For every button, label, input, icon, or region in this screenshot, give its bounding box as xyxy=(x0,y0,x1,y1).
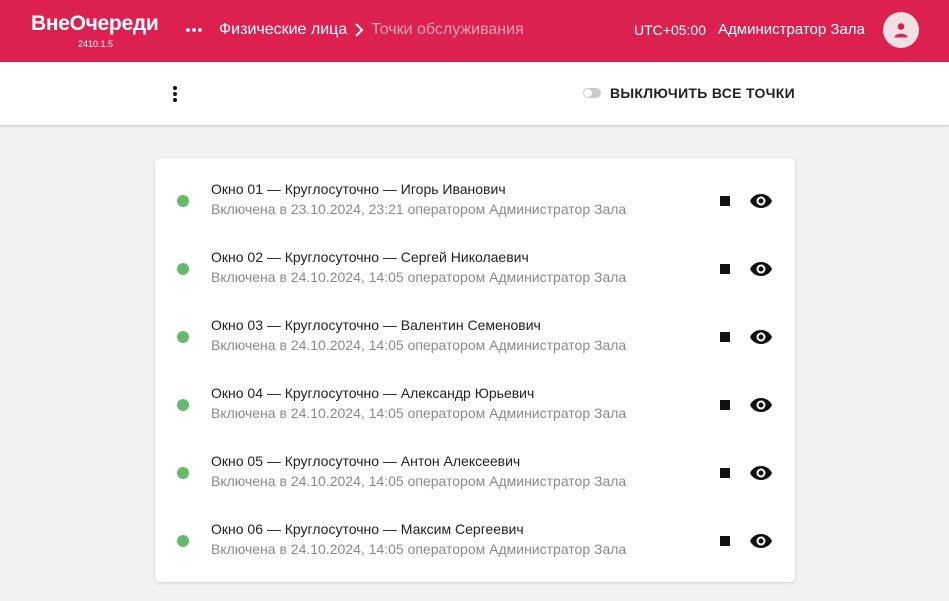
service-points-list: Окно 01 — Круглосуточно — Игорь Иванович… xyxy=(155,158,795,582)
status-indicator xyxy=(177,331,189,343)
breadcrumb-individuals[interactable]: Физические лица xyxy=(219,20,347,40)
point-title: Окно 03 — Круглосуточно — Валентин Семен… xyxy=(211,317,541,333)
stop-icon xyxy=(720,400,730,410)
point-title: Окно 01 — Круглосуточно — Игорь Иванович xyxy=(211,181,506,197)
breadcrumb-service-points: Точки обслуживания xyxy=(371,21,524,38)
more-horiz-icon[interactable] xyxy=(184,20,204,40)
status-indicator xyxy=(177,535,189,547)
point-status: Включена в 24.10.2024, 14:05 оператором … xyxy=(211,405,627,421)
list-item: Окно 01 — Круглосуточно — Игорь Иванович… xyxy=(155,158,795,226)
disable-all-points-toggle[interactable]: ВЫКЛЮЧИТЬ ВСЕ ТОЧКИ xyxy=(583,84,795,102)
point-status: Включена в 23.10.2024, 23:21 оператором … xyxy=(211,201,627,217)
eye-icon[interactable] xyxy=(749,257,773,281)
stop-icon xyxy=(720,468,730,478)
point-status: Включена в 24.10.2024, 14:05 оператором … xyxy=(211,541,627,557)
stop-icon xyxy=(720,332,730,342)
chevron-right-icon xyxy=(355,23,364,37)
eye-icon[interactable] xyxy=(749,529,773,553)
status-indicator xyxy=(177,399,189,411)
stop-button[interactable] xyxy=(715,463,735,483)
logo[interactable]: ВнеОчереди 2410.1.5 xyxy=(31,11,159,49)
point-status: Включена в 24.10.2024, 14:05 оператором … xyxy=(211,337,627,353)
app-version: 2410.1.5 xyxy=(78,39,114,49)
stop-button[interactable] xyxy=(715,259,735,279)
point-status: Включена в 24.10.2024, 14:05 оператором … xyxy=(211,269,627,285)
point-title: Окно 04 — Круглосуточно — Александр Юрье… xyxy=(211,385,535,401)
eye-icon[interactable] xyxy=(749,325,773,349)
app-bar: ВнеОчереди 2410.1.5 Физические лица Точк… xyxy=(0,0,949,62)
point-status: Включена в 24.10.2024, 14:05 оператором … xyxy=(211,473,627,489)
avatar[interactable] xyxy=(883,12,919,48)
stop-icon xyxy=(720,196,730,206)
status-indicator xyxy=(177,263,189,275)
more-vert-icon[interactable] xyxy=(165,82,185,106)
stop-button[interactable] xyxy=(715,395,735,415)
timezone-label: UTC+05:00 xyxy=(634,22,706,38)
toggle-switch[interactable] xyxy=(583,88,601,98)
breadcrumb: Физические лица Точки обслуживания xyxy=(219,20,524,40)
disable-all-points-label: ВЫКЛЮЧИТЬ ВСЕ ТОЧКИ xyxy=(610,85,795,101)
toolbar: ВЫКЛЮЧИТЬ ВСЕ ТОЧКИ xyxy=(0,62,949,126)
user-name[interactable]: Администратор Зала xyxy=(718,20,865,40)
list-item: Окно 06 — Круглосуточно — Максим Сергеев… xyxy=(155,498,795,566)
eye-icon[interactable] xyxy=(749,393,773,417)
point-title: Окно 02 — Круглосуточно — Сергей Николае… xyxy=(211,249,529,265)
stop-button[interactable] xyxy=(715,327,735,347)
list-item: Окно 04 — Круглосуточно — Александр Юрье… xyxy=(155,362,795,430)
stop-button[interactable] xyxy=(715,191,735,211)
stop-button[interactable] xyxy=(715,531,735,551)
logo-text: ВнеОчереди xyxy=(31,12,159,35)
point-title: Окно 05 — Круглосуточно — Антон Алексеев… xyxy=(211,453,521,469)
status-indicator xyxy=(177,195,189,207)
list-item: Окно 03 — Круглосуточно — Валентин Семен… xyxy=(155,294,795,362)
point-title: Окно 06 — Круглосуточно — Максим Сергеев… xyxy=(211,521,524,537)
list-item: Окно 05 — Круглосуточно — Антон Алексеев… xyxy=(155,430,795,498)
eye-icon[interactable] xyxy=(749,461,773,485)
person-icon xyxy=(894,23,908,38)
stop-icon xyxy=(720,536,730,546)
stop-icon xyxy=(720,264,730,274)
list-item: Окно 02 — Круглосуточно — Сергей Николае… xyxy=(155,226,795,294)
status-indicator xyxy=(177,467,189,479)
toggle-knob xyxy=(584,89,592,97)
eye-icon[interactable] xyxy=(749,189,773,213)
